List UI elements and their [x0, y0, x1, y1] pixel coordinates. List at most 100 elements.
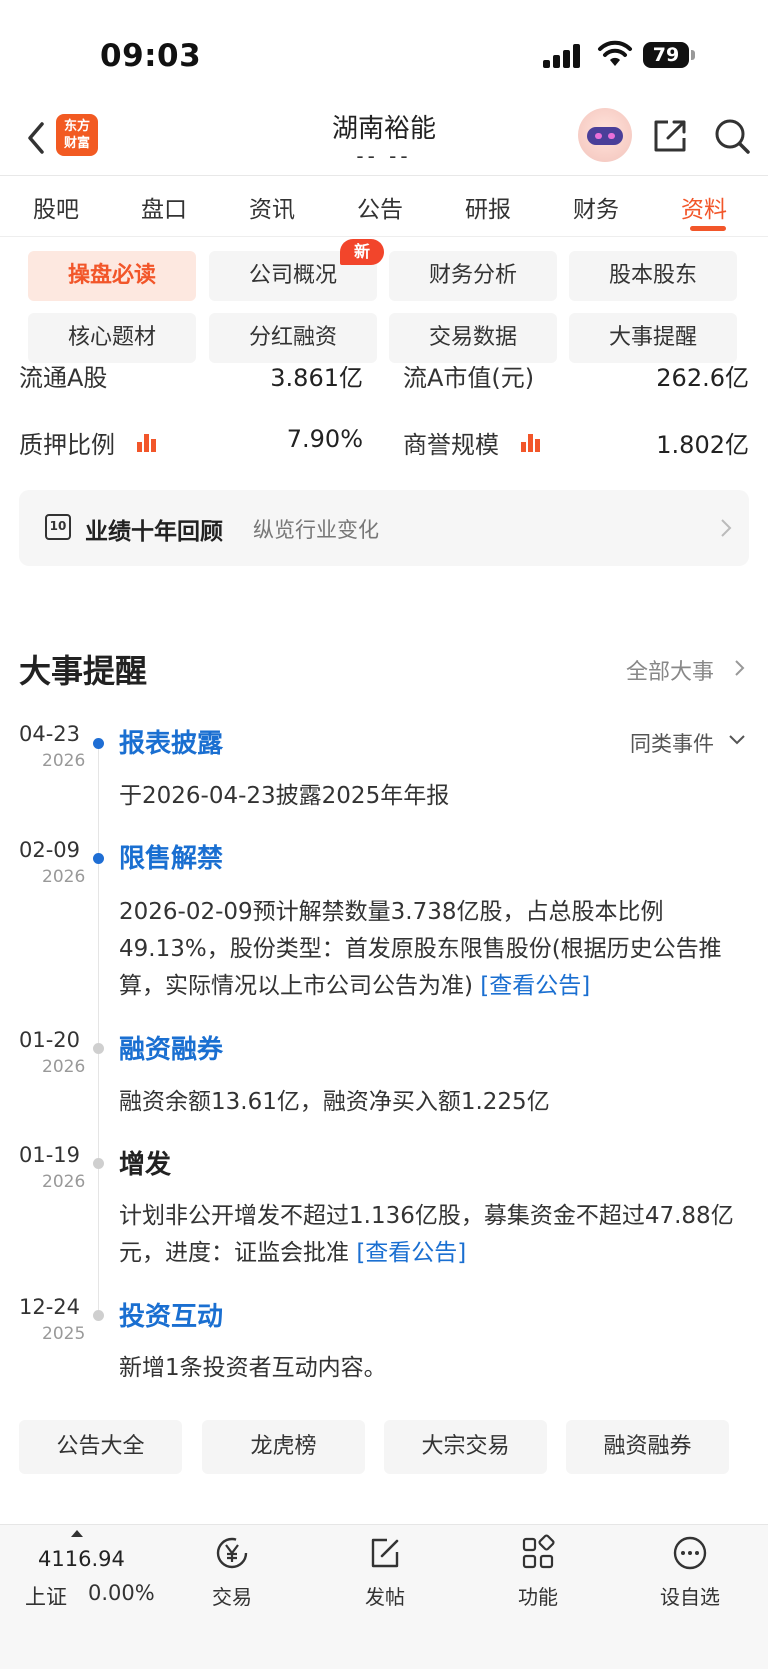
timeline-dot: [93, 1043, 104, 1054]
event-year: 2025: [42, 1324, 86, 1344]
cellular-signal-icon: [543, 44, 583, 68]
goodwill-value: 1.802亿: [656, 431, 749, 459]
nav-functions-label: 功能: [518, 1585, 558, 1609]
submenu-trading-essentials[interactable]: 操盘必读: [28, 251, 196, 301]
grid-apps-icon: [522, 1534, 555, 1569]
index-value: 4116.94: [38, 1547, 125, 1571]
nav-functions[interactable]: 功能: [488, 1533, 588, 1613]
status-bar: 09:03 79: [0, 0, 768, 110]
event-date: 01-19: [19, 1143, 81, 1167]
nav-trade-label: 交易: [212, 1585, 252, 1609]
active-tab-indicator: [690, 226, 726, 231]
view-announcement-link[interactable]: [查看公告]: [480, 973, 590, 999]
pledge-chart-icon[interactable]: [137, 432, 157, 452]
chevron-down-icon: [729, 735, 745, 745]
event-year: 2026: [42, 867, 86, 887]
event-text: 融资余额13.61亿，融资净买入额1.225亿: [119, 1089, 550, 1115]
ten-year-review-card[interactable]: 10 业绩十年回顾 纵览行业变化: [19, 490, 749, 566]
caret-up-icon: [71, 1530, 83, 1537]
timeline-dot: [93, 1310, 104, 1321]
new-badge: 新: [340, 239, 384, 265]
float-mktcap-label: 流A市值(元): [403, 366, 535, 392]
metrics-row-pledge: 质押比例 7.90% 商誉规模 1.802亿: [0, 420, 768, 470]
dragon-tiger-button[interactable]: 龙虎榜: [202, 1420, 365, 1474]
pledge-ratio-label: 质押比例: [19, 431, 115, 459]
tab-announcements[interactable]: 公告: [357, 190, 403, 224]
submenu-financial-analysis[interactable]: 财务分析: [389, 251, 557, 301]
event-text-body: 2026-02-09预计解禁数量3.738亿股，占总股本比例49.13%，股份类…: [119, 899, 722, 999]
submenu-major-events[interactable]: 大事提醒: [569, 313, 737, 363]
event-title[interactable]: 投资互动: [119, 1296, 223, 1333]
timeline-line: [98, 740, 99, 1315]
event-text: 2026-02-09预计解禁数量3.738亿股，占总股本比例49.13%，股份类…: [119, 894, 749, 1005]
chevron-right-icon: [721, 519, 732, 537]
status-time: 09:03: [100, 38, 202, 74]
main-tabs: 股吧 盘口 资讯 公告 研报 财务 资料: [0, 176, 768, 236]
index-name: 上证: [25, 1585, 67, 1609]
tab-news[interactable]: 资讯: [249, 190, 295, 224]
tabs-divider: [0, 236, 768, 237]
event-title: 增发: [119, 1150, 172, 1180]
pledge-ratio-value: 7.90%: [286, 425, 363, 453]
goodwill-chart-icon[interactable]: [521, 432, 541, 452]
search-icon[interactable]: [712, 116, 752, 156]
event-title[interactable]: 限售解禁: [119, 838, 223, 875]
event-text: 于2026-04-23披露2025年年报: [119, 783, 450, 809]
tab-pankou[interactable]: 盘口: [141, 190, 187, 224]
tab-guba[interactable]: 股吧: [33, 190, 79, 224]
margin-trading-button[interactable]: 融资融券: [566, 1420, 729, 1474]
event-year: 2026: [42, 1172, 86, 1192]
share-icon[interactable]: [650, 116, 690, 156]
trade-yen-icon: [216, 1537, 248, 1569]
goodwill-label: 商誉规模: [403, 431, 499, 459]
edit-post-icon: [371, 1538, 399, 1568]
timeline-dot: [93, 1158, 104, 1169]
float-shares-label: 流通A股: [19, 366, 108, 392]
event-date: 04-23: [19, 722, 81, 746]
timeline-dot: [93, 853, 104, 864]
view-announcement-link[interactable]: [查看公告]: [356, 1240, 466, 1266]
submenu-dividends-financing[interactable]: 分红融资: [209, 313, 377, 363]
bottom-bar: 4116.94 上证 0.00% 交易 发帖 功能 设自选: [0, 1524, 768, 1669]
event-year: 2026: [42, 751, 86, 771]
review-title: 业绩十年回顾: [85, 519, 223, 545]
event-date: 12-24: [19, 1295, 81, 1319]
event-title[interactable]: 融资融券: [119, 1029, 223, 1066]
nav-add-watchlist-label: 设自选: [660, 1585, 720, 1609]
chevron-right-icon: [735, 660, 745, 676]
more-dots-icon: [673, 1536, 707, 1570]
event-year: 2026: [42, 1057, 86, 1077]
events-section-title: 大事提醒: [19, 652, 148, 690]
nav-post[interactable]: 发帖: [335, 1533, 435, 1613]
all-events-link[interactable]: 全部大事: [626, 654, 714, 686]
announcements-all-button[interactable]: 公告大全: [19, 1420, 182, 1474]
header: 东方 财富 湖南裕能 -- --: [0, 100, 768, 175]
battery-icon: 79: [643, 42, 689, 68]
calendar-10-icon: 10: [45, 514, 71, 540]
ai-assistant-icon[interactable]: [578, 108, 632, 162]
similar-events-dropdown[interactable]: 同类事件: [630, 728, 714, 758]
timeline-dot: [93, 738, 104, 749]
event-title[interactable]: 报表披露: [119, 723, 223, 760]
review-subtitle: 纵览行业变化: [253, 518, 379, 542]
nav-post-label: 发帖: [365, 1585, 405, 1609]
tab-research[interactable]: 研报: [465, 190, 511, 224]
nav-trade[interactable]: 交易: [182, 1533, 282, 1613]
event-date: 01-20: [19, 1028, 81, 1052]
battery-tip: [691, 50, 695, 60]
block-trade-button[interactable]: 大宗交易: [384, 1420, 547, 1474]
event-text: 计划非公开增发不超过1.136亿股，募集资金不超过47.88亿元，进度：证监会批…: [119, 1198, 749, 1272]
submenu-trading-data[interactable]: 交易数据: [389, 313, 557, 363]
submenu-shareholders[interactable]: 股本股东: [569, 251, 737, 301]
submenu-core-themes[interactable]: 核心题材: [28, 313, 196, 363]
tab-finance[interactable]: 财务: [573, 190, 619, 224]
wifi-icon: [598, 40, 632, 66]
index-change: 0.00%: [88, 1581, 155, 1605]
metrics-row-float: 流通A股 3.861亿 流A市值(元) 262.6亿: [0, 366, 768, 402]
float-shares-value: 3.861亿: [270, 366, 363, 392]
event-text: 新增1条投资者互动内容。: [119, 1355, 387, 1381]
float-mktcap-value: 262.6亿: [656, 366, 749, 392]
event-date: 02-09: [19, 838, 81, 862]
nav-add-watchlist[interactable]: 设自选: [640, 1533, 740, 1613]
tab-profile[interactable]: 资料: [681, 190, 727, 224]
